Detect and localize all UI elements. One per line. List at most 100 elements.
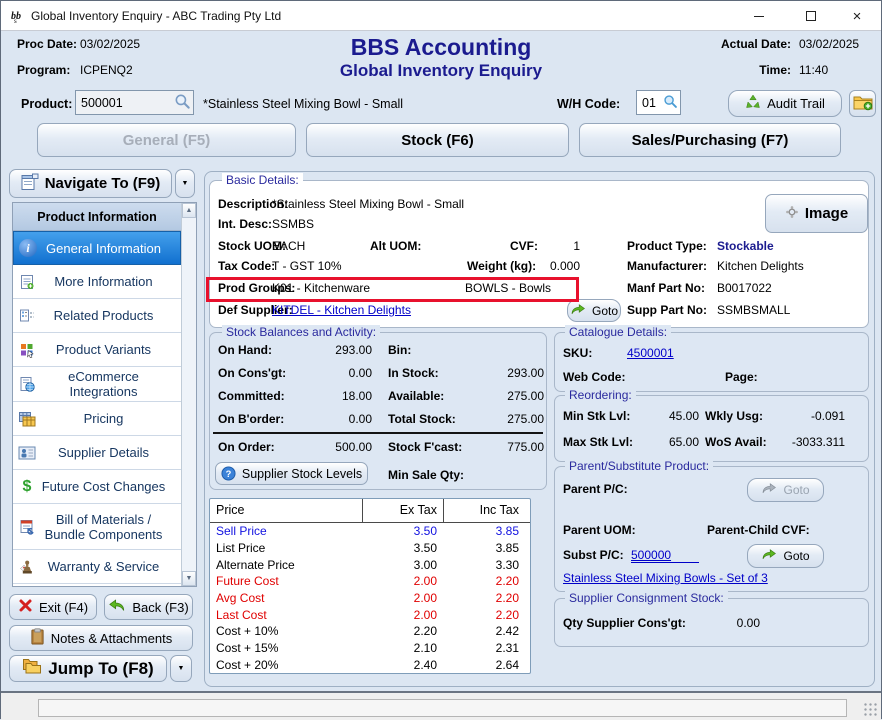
clipboard-icon	[30, 628, 45, 648]
nav-item-label: General Information	[46, 241, 161, 256]
parent-substitute-title: Parent/Substitute Product:	[565, 459, 713, 473]
min-sale-qty-label: Min Sale Qty:	[388, 468, 464, 482]
pricing-tables-icon	[18, 410, 36, 428]
subst-pc-link[interactable]: 500000	[631, 548, 699, 563]
prod-group-2-value: BOWLS - Bowls	[465, 281, 551, 295]
navigate-to-button[interactable]: Navigate To (F9)	[9, 169, 172, 198]
parent-goto-button: Goto	[747, 478, 824, 502]
tab-stock[interactable]: Stock (F6)	[306, 123, 569, 157]
close-button[interactable]: ×	[835, 1, 879, 31]
nav-item-more-information[interactable]: More Information	[13, 265, 181, 299]
int-desc-value: SSMBS	[272, 217, 314, 231]
search-icon[interactable]	[663, 94, 680, 112]
scroll-up-icon[interactable]: ▲	[182, 203, 196, 218]
web-code-label: Web Code:	[563, 370, 625, 384]
def-supplier-link[interactable]: KITDEL - Kitchen Delights	[272, 303, 411, 317]
price-row-cost-15: Cost + 15%2.102.31	[210, 640, 530, 657]
chevron-down-icon: ▼	[178, 665, 185, 672]
on-hand-value: 293.00	[305, 343, 372, 357]
tab-general-label: General (F5)	[123, 132, 211, 149]
nav-item-general-information[interactable]: i General Information	[13, 231, 181, 265]
description-value: *Stainless Steel Mixing Bowl - Small	[272, 197, 464, 211]
nav-item-ecommerce-integrations[interactable]: eCommerce Integrations	[13, 367, 181, 402]
nav-scrollbar[interactable]: ▲ ▼	[181, 203, 196, 586]
inc-tax-header: Inc Tax	[443, 499, 530, 522]
new-folder-button[interactable]	[849, 90, 876, 117]
total-stock-label: Total Stock:	[388, 412, 456, 426]
sku-link[interactable]: 4500001	[627, 346, 674, 360]
variants-icon	[18, 341, 36, 359]
jump-dropdown-button[interactable]: ▼	[170, 655, 192, 682]
navigation-list: Product Information i General Informatio…	[12, 202, 197, 587]
supplier-stock-levels-label: Supplier Stock Levels	[242, 467, 362, 481]
jump-to-button[interactable]: Jump To (F8)	[9, 655, 167, 682]
exit-button[interactable]: Exit (F4)	[9, 594, 97, 620]
def-supplier-goto-button[interactable]: Goto	[567, 299, 621, 322]
wh-code-input[interactable]: 01	[636, 90, 681, 115]
tab-sales-purchasing[interactable]: Sales/Purchasing (F7)	[579, 123, 841, 157]
notes-attachments-button[interactable]: Notes & Attachments	[9, 625, 193, 651]
image-button[interactable]: Image	[765, 194, 868, 233]
nav-item-label: Warranty & Service	[48, 559, 160, 574]
goto-label: Goto	[592, 304, 618, 318]
total-stock-value: 275.00	[455, 412, 544, 426]
nav-item-bill-of-materials[interactable]: Bill of Materials / Bundle Components	[13, 504, 181, 550]
folders-icon	[22, 658, 42, 679]
audit-trail-button[interactable]: Audit Trail	[728, 90, 842, 117]
on-border-label: On B'order:	[218, 412, 284, 426]
stock-fcast-value: 775.00	[455, 440, 544, 454]
price-row-cost-10: Cost + 10%2.202.42	[210, 623, 530, 640]
maximize-button[interactable]	[789, 1, 833, 31]
basic-details-title: Basic Details:	[222, 173, 303, 187]
stock-separator	[213, 432, 543, 434]
search-icon[interactable]	[174, 93, 193, 113]
minimize-button[interactable]	[737, 1, 781, 31]
product-code-input[interactable]: 500001	[75, 90, 194, 115]
image-icon	[785, 205, 799, 223]
tax-code-label: Tax Code:	[218, 259, 275, 273]
back-arrow-icon	[108, 598, 126, 616]
nav-item-supplier-details[interactable]: Supplier Details	[13, 436, 181, 470]
manufacturer-value: Kitchen Delights	[717, 259, 804, 273]
available-value: 275.00	[455, 389, 544, 403]
nav-item-pricing[interactable]: Pricing	[13, 402, 181, 436]
nav-item-related-products[interactable]: Related Products	[13, 299, 181, 333]
subst-goto-button[interactable]: Goto	[747, 544, 824, 568]
committed-value: 18.00	[305, 389, 372, 403]
in-stock-label: In Stock:	[388, 366, 439, 380]
recycle-icon	[745, 94, 761, 113]
jump-to-label: Jump To (F8)	[48, 659, 153, 679]
nav-item-future-cost-changes[interactable]: $ Future Cost Changes	[13, 470, 181, 504]
nav-item-label: Pricing	[84, 411, 124, 426]
tab-sales-purchasing-label: Sales/Purchasing (F7)	[632, 132, 789, 149]
supplier-stock-levels-button[interactable]: ? Supplier Stock Levels	[215, 462, 368, 485]
goto-label: Goto	[783, 483, 809, 497]
product-code-value: 500001	[76, 96, 174, 110]
nav-item-label: Supplier Details	[58, 445, 149, 460]
back-button[interactable]: Back (F3)	[104, 594, 193, 620]
scroll-down-icon[interactable]: ▼	[182, 571, 196, 586]
qty-supplier-consgt-label: Qty Supplier Cons'gt:	[563, 616, 686, 630]
app-logo-icon: bbs	[10, 7, 27, 29]
time-label: Time:	[696, 63, 791, 77]
price-row-avg-cost: Avg Cost2.002.20	[210, 590, 530, 607]
window-title: Global Inventory Enquiry - ABC Trading P…	[31, 9, 281, 23]
consignment-panel: Supplier Consignment Stock: Qty Supplier…	[554, 598, 869, 647]
stamp-icon	[18, 558, 36, 576]
wkly-usg-label: Wkly Usg:	[705, 409, 763, 423]
goto-arrow-gray-icon	[761, 482, 777, 498]
committed-label: Committed:	[218, 389, 285, 403]
manufacturer-label: Manufacturer:	[627, 259, 707, 273]
nav-item-product-variants[interactable]: Product Variants	[13, 333, 181, 367]
parent-pc-label: Parent P/C:	[563, 482, 628, 496]
navigate-dropdown-button[interactable]: ▼	[175, 169, 195, 198]
price-header: Price	[210, 503, 362, 517]
goto-arrow-icon	[761, 548, 777, 564]
info-icon: i	[19, 239, 37, 257]
nav-item-warranty-service[interactable]: Warranty & Service	[13, 550, 181, 584]
subst-description-link[interactable]: Stainless Steel Mixing Bowls - Set of 3	[563, 571, 768, 585]
resize-grip-icon[interactable]	[863, 702, 877, 716]
on-hand-label: On Hand:	[218, 343, 272, 357]
navigate-to-label: Navigate To (F9)	[45, 175, 161, 192]
nav-item-label: eCommerce Integrations	[40, 369, 167, 399]
